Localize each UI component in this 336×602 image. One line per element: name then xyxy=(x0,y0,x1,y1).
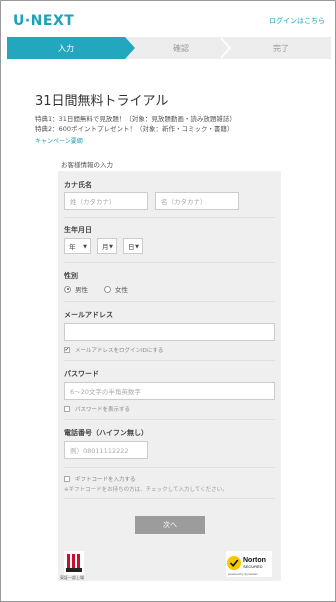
divider xyxy=(64,262,275,263)
gender-male-label: 男性 xyxy=(75,286,88,294)
step-arrow xyxy=(219,37,229,59)
registration-form: カナ氏名 姓（カタカナ） 名（カタカナ） 生年月日 年 ▼ 月 ▼ 日 ▼ 性別… xyxy=(58,171,281,581)
norton-brand-text: Norton xyxy=(243,557,266,564)
birthdate-label: 生年月日 xyxy=(64,226,92,234)
page-title: 31日間無料トライアル xyxy=(35,94,169,109)
step-arrow xyxy=(125,37,135,59)
divider xyxy=(64,301,275,302)
divider xyxy=(64,360,275,361)
step-input: 入力 xyxy=(7,37,125,59)
chevron-down-icon: ▼ xyxy=(135,244,139,250)
login-link[interactable]: ログインはこちら xyxy=(269,16,325,26)
form-section-label: お客様情報の入力 xyxy=(61,161,113,169)
birth-year-select[interactable]: 年 ▼ xyxy=(64,238,91,254)
step-complete: 完了 xyxy=(273,43,289,53)
gender-female-radio[interactable]: 女性 xyxy=(104,284,128,294)
unext-logo[interactable]: U·NEXT xyxy=(13,13,74,29)
norton-secured-badge: Norton SECURED powered by Symantec xyxy=(226,551,272,577)
show-password-checkbox[interactable]: パスワードを表示する xyxy=(64,405,130,413)
password-input[interactable]: 6〜20文字の半角英数字 xyxy=(64,382,275,400)
chevron-down-icon: ▼ xyxy=(83,244,87,250)
gift-code-checkbox[interactable]: ギフトコードを入力する xyxy=(64,475,136,483)
radio-selected-icon xyxy=(64,285,71,293)
jpx-label: 東証一部上場 xyxy=(60,575,84,580)
last-name-input[interactable]: 姓（カタカナ） xyxy=(64,192,148,210)
checkbox-unchecked-icon xyxy=(64,476,70,482)
gift-code-note: ※ギフトコードをお持ちの方は、チェックして入力してください。 xyxy=(64,487,228,493)
radio-unselected-icon xyxy=(104,285,111,293)
chevron-down-icon: ▼ xyxy=(109,244,113,250)
gender-label: 性別 xyxy=(64,272,78,280)
name-label: カナ氏名 xyxy=(64,181,92,189)
next-button[interactable]: 次へ xyxy=(135,516,205,534)
divider xyxy=(64,467,275,468)
password-label: パスワード xyxy=(64,370,99,378)
birth-day-select[interactable]: 日 ▼ xyxy=(123,238,143,254)
birth-month-select[interactable]: 月 ▼ xyxy=(97,238,117,254)
divider xyxy=(64,498,275,499)
header: U·NEXT ログインはこちら xyxy=(7,11,331,33)
phone-input[interactable]: 例）08011112222 xyxy=(64,441,148,459)
norton-secured-text: SECURED xyxy=(243,564,263,569)
birth-year-value: 年 xyxy=(69,243,76,251)
checkbox-unchecked-icon xyxy=(64,406,70,412)
campaign-terms-link[interactable]: キャンペーン要綱 xyxy=(35,136,83,145)
perk-1-text: 特典1：31日間無料で見放題！（対象：見放題動画・読み放題雑誌） xyxy=(35,115,236,123)
progress-steps: 入力 確認 完了 xyxy=(7,37,331,59)
divider xyxy=(64,217,275,218)
birth-day-value: 日 xyxy=(128,243,135,251)
gender-male-radio[interactable]: 男性 xyxy=(64,284,88,294)
step-confirm: 確認 xyxy=(173,43,189,53)
email-label: メールアドレス xyxy=(64,311,113,319)
first-name-input[interactable]: 名（カタカナ） xyxy=(155,192,239,210)
jpx-badge-icon xyxy=(64,551,84,575)
norton-powered-text: powered by Symantec xyxy=(228,572,258,576)
birth-month-value: 月 xyxy=(102,243,109,251)
gift-code-label: ギフトコードを入力する xyxy=(75,477,136,483)
gender-female-label: 女性 xyxy=(115,286,128,294)
phone-label: 電話番号（ハイフン無し） xyxy=(64,429,148,437)
email-input[interactable] xyxy=(64,323,275,341)
email-as-login-checkbox[interactable]: ✔ メールアドレスをログインIDにする xyxy=(64,346,163,354)
email-as-login-label: メールアドレスをログインIDにする xyxy=(75,348,164,354)
show-password-label: パスワードを表示する xyxy=(75,407,131,413)
checkbox-checked-icon: ✔ xyxy=(64,347,70,353)
page-frame: U·NEXT ログインはこちら 入力 確認 完了 31日間無料トライアル 特典1… xyxy=(0,0,336,602)
perk-2-text: 特典2：600ポイントプレゼント！（対象：新作・コミック・書籍） xyxy=(35,125,234,133)
divider xyxy=(64,419,275,420)
